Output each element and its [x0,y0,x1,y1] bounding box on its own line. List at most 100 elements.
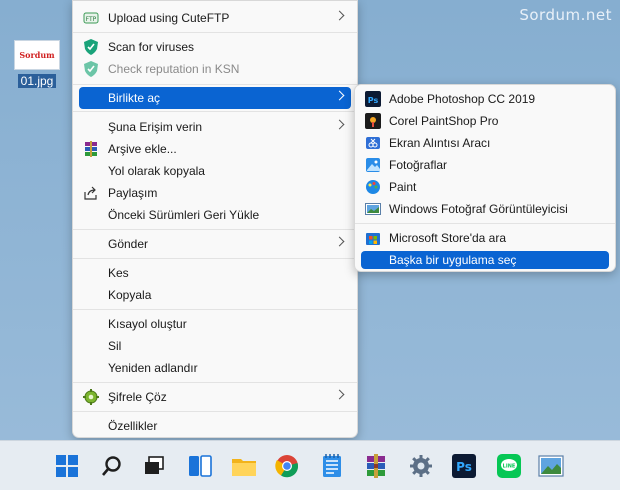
submenu-item-label: Corel PaintShop Pro [389,114,499,128]
thumbnail-text: Sordum [19,50,55,60]
kaspersky-shield-icon [83,39,99,55]
menu-item-label: Gönder [108,237,149,251]
photo-viewer-icon [365,201,381,217]
menu-item-properties[interactable]: Özellikler [79,415,351,437]
menu-item-scan-viruses[interactable]: Scan for viruses [79,36,351,58]
menu-item-check-reputation[interactable]: Check reputation in KSN [79,58,351,80]
winrar-icon[interactable] [361,451,391,481]
task-view-icon[interactable] [139,451,169,481]
menu-item-label: Scan for viruses [108,40,195,54]
menu-item-label: Arşive ekle... [108,142,177,156]
menu-item-label: Özellikler [108,419,158,433]
menu-item-open-with[interactable]: Birlikte aç [79,87,351,109]
menu-item-label: Paylaşım [108,186,158,200]
settings-icon[interactable] [406,451,436,481]
taskbar: Ps LINE [0,440,620,490]
chevron-right-icon [334,236,345,247]
menu-separator [73,111,357,112]
line-icon[interactable]: LINE [494,451,524,481]
menu-item-give-access[interactable]: Şuna Erişim verin [79,116,351,138]
chevron-right-icon [334,389,345,400]
submenu-item-paintshop[interactable]: Corel PaintShop Pro [361,112,609,130]
menu-item-cut[interactable]: Kes [79,262,351,284]
submenu-separator [355,223,615,224]
menu-item-label: Sil [108,339,122,353]
submenu-item-label: Windows Fotoğraf Görüntüleyicisi [389,202,568,216]
chevron-right-icon [334,119,345,130]
menu-separator [73,229,357,230]
desktop-file-01jpg[interactable]: Sordum 01.jpg [10,40,64,88]
menu-item-restore-versions[interactable]: Önceki Sürümleri Geri Yükle [79,204,351,226]
menu-item-label: Şuna Erişim verin [108,120,203,134]
snipping-tool-icon [365,135,381,151]
notepad-icon[interactable] [317,451,347,481]
chrome-icon[interactable] [272,451,302,481]
menu-item-label: Check reputation in KSN [108,62,240,76]
submenu-item-label: Başka bir uygulama seç [389,253,517,267]
menu-item-upload-cuteftp[interactable]: FTP Upload using CuteFTP [79,7,351,29]
menu-separator [73,382,357,383]
chevron-right-icon [334,90,345,101]
menu-item-label: Kes [108,266,129,280]
share-icon [83,185,99,201]
menu-item-label: Şifrele Çöz [108,390,167,404]
cuteftp-icon: FTP [83,10,99,26]
submenu-item-snipping-tool[interactable]: Ekran Alıntısı Aracı [361,134,609,152]
widgets-icon[interactable] [185,451,215,481]
menu-item-label: Yol olarak kopyala [108,164,205,178]
photoshop-icon[interactable]: Ps [449,451,479,481]
svg-text:Ps: Ps [456,460,472,474]
start-icon[interactable] [52,451,82,481]
menu-item-create-shortcut[interactable]: Kısayol oluştur [79,313,351,335]
svg-text:Ps: Ps [368,96,379,105]
menu-item-copy[interactable]: Kopyala [79,284,351,306]
watermark: Sordum.net [519,6,612,24]
file-name-label: 01.jpg [17,74,57,88]
menu-item-send-to[interactable]: Gönder [79,233,351,255]
context-menu: FTP Upload using CuteFTP Scan for viruse… [72,0,358,438]
submenu-item-label: Fotoğraflar [389,158,448,172]
photoshop-icon: Ps [365,91,381,107]
menu-item-label: Kopyala [108,288,152,302]
menu-item-add-archive[interactable]: Arşive ekle... [79,138,351,160]
menu-item-label: Kısayol oluştur [108,317,187,331]
menu-item-encrypt[interactable]: Şifrele Çöz [79,386,351,408]
image-thumbnail-icon: Sordum [14,40,60,70]
menu-item-delete[interactable]: Sil [79,335,351,357]
encrypt-gear-icon [83,389,99,405]
menu-separator [73,32,357,33]
winrar-icon [83,141,99,157]
submenu-item-label: Adobe Photoshop CC 2019 [389,92,536,106]
chevron-right-icon [334,10,345,21]
paintshop-icon [365,113,381,129]
menu-item-label: Upload using CuteFTP [108,11,230,25]
submenu-item-choose-another-app[interactable]: Başka bir uygulama seç [361,251,609,269]
submenu-item-store[interactable]: Microsoft Store'da ara [361,229,609,247]
file-explorer-icon[interactable] [229,451,259,481]
menu-item-copy-path[interactable]: Yol olarak kopyala [79,160,351,182]
submenu-item-photo-viewer[interactable]: Windows Fotoğraf Görüntüleyicisi [361,200,609,218]
menu-item-share[interactable]: Paylaşım [79,182,351,204]
photo-viewer-icon[interactable] [536,451,566,481]
store-icon [365,230,381,246]
menu-separator [73,258,357,259]
submenu-item-label: Ekran Alıntısı Aracı [389,136,491,150]
menu-separator [73,411,357,412]
menu-item-label: Yeniden adlandır [108,361,198,375]
open-with-submenu: Ps Adobe Photoshop CC 2019 Corel PaintSh… [354,84,616,272]
svg-text:LINE: LINE [503,464,516,470]
submenu-item-photoshop[interactable]: Ps Adobe Photoshop CC 2019 [361,90,609,108]
menu-item-rename[interactable]: Yeniden adlandır [79,357,351,379]
menu-item-label: Önceki Sürümleri Geri Yükle [108,208,260,222]
menu-item-label: Birlikte aç [108,91,161,105]
menu-separator [73,84,357,85]
submenu-item-photos[interactable]: Fotoğraflar [361,156,609,174]
submenu-item-label: Paint [389,180,417,194]
submenu-item-paint[interactable]: Paint [361,178,609,196]
svg-text:FTP: FTP [86,16,97,23]
submenu-item-label: Microsoft Store'da ara [389,231,507,245]
paint-icon [365,179,381,195]
kaspersky-shield-icon [83,61,99,77]
menu-separator [73,309,357,310]
search-icon[interactable] [97,451,127,481]
